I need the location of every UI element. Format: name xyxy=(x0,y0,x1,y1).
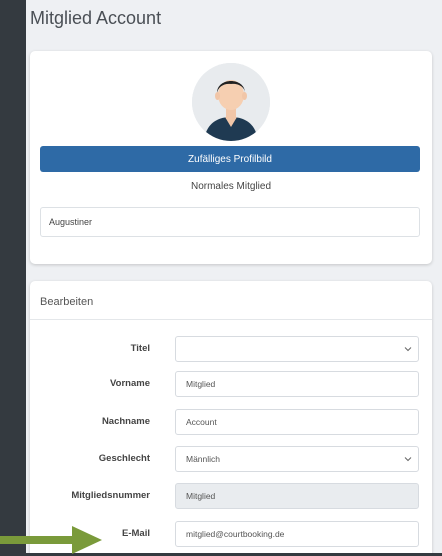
titel-label: Titel xyxy=(130,343,150,354)
member-type-label: Normales Mitglied xyxy=(190,181,272,192)
form-row-titel: Titel xyxy=(30,336,432,362)
nachname-label: Nachname xyxy=(101,416,150,427)
chevron-down-icon xyxy=(404,347,412,352)
geschlecht-select[interactable]: Männlich xyxy=(175,446,419,472)
divider xyxy=(30,319,432,320)
form-row-mitgliedsnummer: Mitgliedsnummer Mitglied xyxy=(30,483,432,509)
form-row-geschlecht: Geschlecht Männlich xyxy=(30,446,432,472)
geschlecht-label: Geschlecht xyxy=(98,453,150,464)
random-profile-picture-button[interactable]: Zufälliges Profilbild xyxy=(40,146,420,172)
geschlecht-select-value: Männlich xyxy=(186,454,221,464)
arrow-right-icon xyxy=(0,526,102,554)
chevron-down-icon xyxy=(404,457,412,462)
username-field[interactable]: Augustiner xyxy=(40,207,420,237)
page-title: Mitglied Account xyxy=(30,8,162,28)
titel-select[interactable] xyxy=(175,336,419,362)
form-row-nachname: Nachname Account xyxy=(30,409,432,435)
edit-card: Bearbeiten Titel Vorname Mitglied Nachna… xyxy=(30,281,432,553)
edit-section-header: Bearbeiten xyxy=(40,296,94,308)
sidebar-strip xyxy=(0,0,26,553)
vorname-input[interactable]: Mitglied xyxy=(175,371,419,397)
nachname-input[interactable]: Account xyxy=(175,409,419,435)
email-label: E-Mail xyxy=(122,528,150,539)
email-input[interactable]: mitglied@courtbooking.de xyxy=(175,521,419,547)
main-content: Mitglied Account Zufälliges Profilbild N… xyxy=(26,0,442,553)
mitgliedsnummer-label: Mitgliedsnummer xyxy=(71,490,150,501)
vorname-label: Vorname xyxy=(110,378,150,389)
avatar-person-icon xyxy=(192,63,270,141)
profile-card: Zufälliges Profilbild Normales Mitglied … xyxy=(30,51,432,264)
form-row-vorname: Vorname Mitglied xyxy=(30,371,432,397)
mitgliedsnummer-input: Mitglied xyxy=(175,483,419,509)
